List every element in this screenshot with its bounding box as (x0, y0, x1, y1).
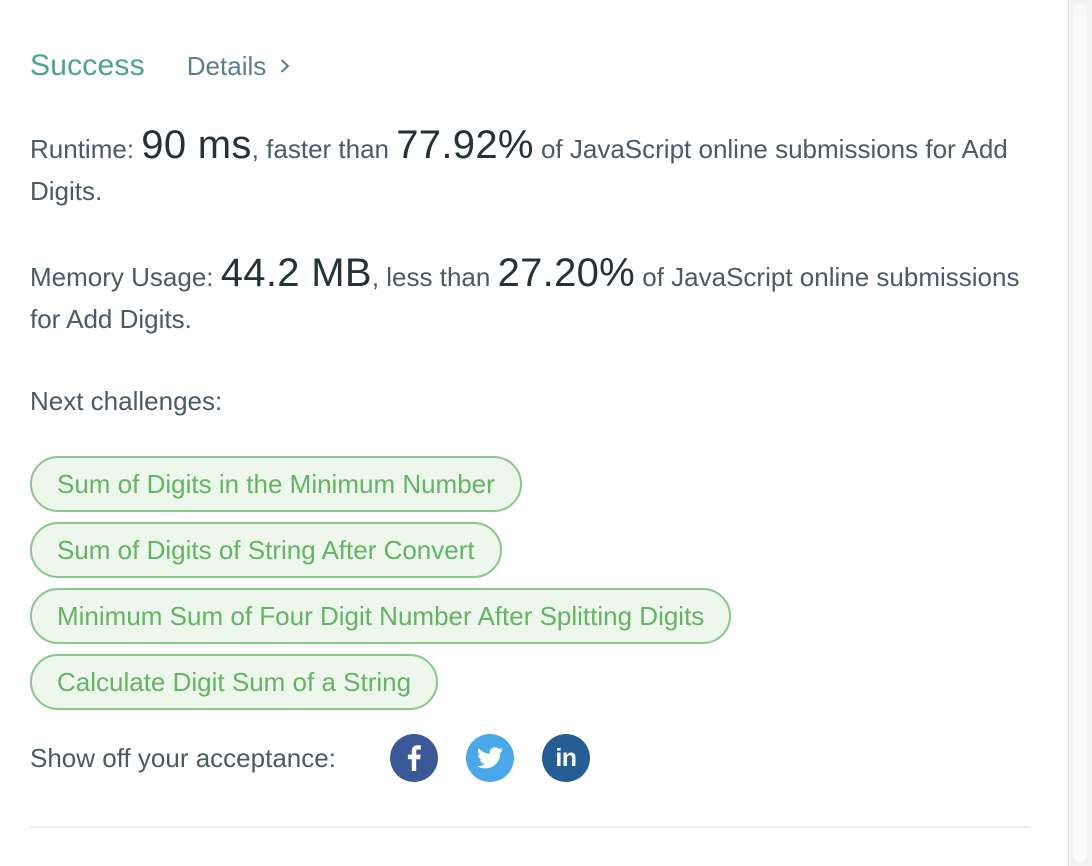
next-challenges-list: Sum of Digits in the Minimum Number Sum … (30, 456, 732, 720)
divider (30, 826, 1030, 828)
runtime-stat: Runtime: 90 ms, faster than 77.92% of Ja… (30, 124, 1020, 212)
submission-result-panel: Success Details Runtime: 90 ms, faster t… (0, 0, 1068, 866)
challenge-link[interactable]: Minimum Sum of Four Digit Number After S… (30, 588, 732, 644)
scrollbar[interactable] (1068, 0, 1092, 866)
challenge-link[interactable]: Sum of Digits of String After Convert (30, 522, 502, 578)
details-label: Details (186, 50, 267, 81)
linkedin-share-button[interactable]: in (541, 734, 590, 782)
share-row: Show off your acceptance: in (30, 734, 618, 782)
twitter-icon (476, 747, 503, 769)
facebook-share-button[interactable] (389, 734, 438, 782)
facebook-icon (407, 745, 421, 771)
share-icons: in (389, 734, 618, 782)
result-header: Success Details (30, 44, 290, 88)
details-link[interactable]: Details (187, 51, 290, 82)
challenge-link[interactable]: Sum of Digits in the Minimum Number (30, 456, 522, 512)
memory-label: Memory Usage: (30, 262, 214, 292)
memory-value: 44.2 MB (220, 251, 372, 295)
scrollbar-thumb[interactable] (1073, 4, 1087, 862)
runtime-label: Runtime: (30, 134, 135, 164)
status-title: Success (30, 49, 145, 82)
runtime-value: 90 ms (141, 123, 252, 167)
memory-percent: 27.20% (497, 251, 636, 295)
runtime-comparison: , faster than (251, 134, 390, 164)
next-challenges-label: Next challenges: (30, 386, 223, 416)
memory-stat: Memory Usage: 44.2 MB, less than 27.20% … (30, 252, 1020, 340)
runtime-percent: 77.92% (396, 123, 534, 167)
challenge-link[interactable]: Calculate Digit Sum of a String (30, 654, 439, 710)
share-label: Show off your acceptance: (30, 742, 336, 773)
memory-comparison: , less than (371, 262, 491, 292)
twitter-share-button[interactable] (465, 734, 514, 782)
linkedin-icon: in (555, 743, 577, 772)
chevron-right-icon (281, 59, 290, 73)
